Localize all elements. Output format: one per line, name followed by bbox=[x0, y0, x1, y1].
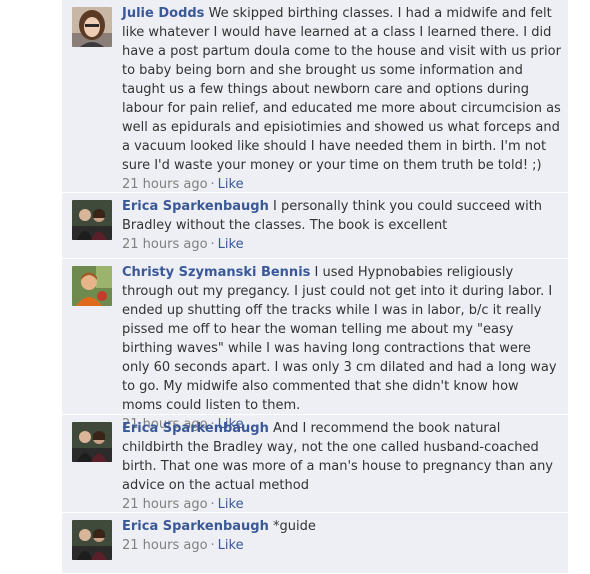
separator-dot: · bbox=[210, 237, 215, 252]
avatar[interactable] bbox=[72, 422, 112, 462]
comment-item: Christy Szymanski Bennis I used Hypnobab… bbox=[62, 259, 568, 432]
comment-timestamp[interactable]: 21 hours ago bbox=[122, 177, 208, 192]
comment-timestamp[interactable]: 21 hours ago bbox=[122, 497, 208, 512]
avatar[interactable] bbox=[72, 520, 112, 560]
comment-author[interactable]: Erica Sparkenbaugh bbox=[122, 421, 269, 436]
comment-item: Erica Sparkenbaugh I personally think yo… bbox=[62, 193, 568, 259]
comment-item: Julie Dodds We skipped birthing classes.… bbox=[62, 0, 568, 193]
separator-dot: · bbox=[210, 538, 215, 553]
comment-item: Erica Sparkenbaugh And I recommend the b… bbox=[62, 415, 568, 513]
comment-text: We skipped birthing classes. I had a mid… bbox=[122, 6, 561, 173]
like-link[interactable]: Like bbox=[218, 497, 244, 512]
like-link[interactable]: Like bbox=[218, 237, 244, 252]
avatar[interactable] bbox=[72, 7, 112, 47]
comment-item: Erica Sparkenbaugh *guide 21 hours ago · L… bbox=[62, 513, 568, 574]
comment-feed: Julie Dodds We skipped birthing classes.… bbox=[62, 0, 568, 574]
comment-author[interactable]: Erica Sparkenbaugh bbox=[122, 199, 269, 214]
avatar[interactable] bbox=[72, 266, 112, 306]
separator-dot: · bbox=[210, 497, 215, 512]
like-link[interactable]: Like bbox=[218, 177, 244, 192]
comment-author[interactable]: Erica Sparkenbaugh bbox=[122, 519, 269, 534]
separator-dot: · bbox=[210, 177, 215, 192]
child-profile-photo-icon bbox=[72, 266, 112, 306]
comment-text: *guide bbox=[273, 519, 316, 534]
avatar[interactable] bbox=[72, 200, 112, 240]
comment-author[interactable]: Julie Dodds bbox=[122, 6, 204, 21]
comment-timestamp[interactable]: 21 hours ago bbox=[122, 538, 208, 553]
comment-author[interactable]: Christy Szymanski Bennis bbox=[122, 265, 310, 280]
couple-profile-photo-icon bbox=[72, 200, 112, 240]
comment-timestamp[interactable]: 21 hours ago bbox=[122, 237, 208, 252]
couple-profile-photo-icon bbox=[72, 422, 112, 462]
like-link[interactable]: Like bbox=[218, 538, 244, 553]
woman-profile-photo-icon bbox=[72, 7, 112, 47]
comment-text: I used Hypnobabies religiously through o… bbox=[122, 265, 557, 413]
couple-profile-photo-icon bbox=[72, 520, 112, 560]
